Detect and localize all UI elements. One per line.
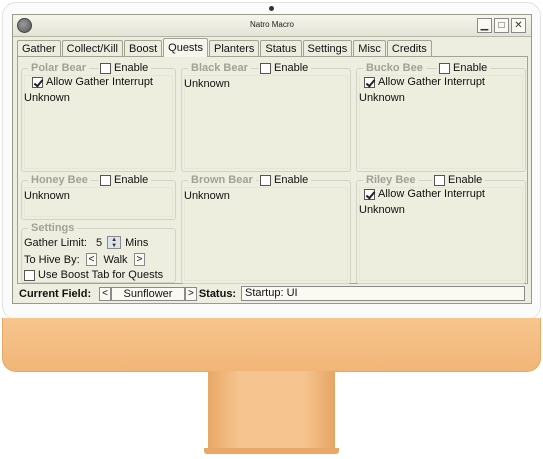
black-bear-title: Black Bear: [188, 62, 251, 74]
polar-bear-enable[interactable]: Enable: [98, 62, 152, 74]
tab-credits[interactable]: Credits: [386, 40, 432, 57]
black-bear-enable-checkbox[interactable]: [260, 62, 271, 74]
gather-limit-label: Gather Limit:: [24, 236, 87, 249]
polar-bear-body: [24, 75, 173, 169]
status-value: Startup: UI: [241, 286, 525, 301]
title-bar[interactable]: Natro Macro ▁ □ ✕: [13, 15, 531, 37]
boost-tab-checkbox[interactable]: [24, 269, 35, 281]
bottom-bar: Current Field: < Sunflower > Status: Sta…: [17, 285, 528, 302]
settings-group: Settings Gather Limit: 5 ▲ ▼ Mins To Hiv…: [21, 222, 176, 283]
camera-icon: [269, 6, 274, 11]
boost-tab-row[interactable]: Use Boost Tab for Quests: [24, 269, 163, 281]
bucko-bee-group: Bucko Bee Enable Allow Gather Interrupt …: [356, 62, 526, 172]
honey-bee-enable-label: Enable: [114, 174, 149, 186]
bucko-bee-enable-label: Enable: [453, 62, 488, 74]
polar-bear-group: Polar Bear Enable Allow Gather Interrupt…: [21, 62, 176, 172]
tab-bar: Gather Collect/Kill Boost Quests Planter…: [17, 38, 433, 57]
tab-misc[interactable]: Misc: [353, 40, 386, 57]
tab-planters[interactable]: Planters: [209, 40, 260, 57]
gather-limit-row: Gather Limit: 5 ▲ ▼ Mins: [24, 236, 148, 249]
bucko-bee-allow-label: Allow Gather Interrupt: [378, 76, 485, 88]
to-hive-label: To Hive By:: [24, 253, 80, 266]
spinner-down-icon[interactable]: ▼: [108, 243, 120, 249]
boost-tab-label: Use Boost Tab for Quests: [38, 269, 164, 281]
riley-bee-enable[interactable]: Enable: [432, 174, 486, 186]
maximize-button[interactable]: □: [494, 18, 509, 33]
honey-bee-status: Unknown: [24, 190, 70, 202]
honey-bee-title: Honey Bee: [28, 174, 91, 186]
field-prev-button[interactable]: <: [99, 286, 111, 301]
to-hive-value: Walk: [103, 253, 128, 266]
polar-bear-enable-checkbox[interactable]: [100, 62, 111, 74]
bucko-bee-body: [359, 75, 523, 169]
riley-bee-enable-checkbox[interactable]: [434, 174, 445, 186]
polar-bear-allow-checkbox[interactable]: [32, 76, 43, 88]
monitor-stand: [208, 371, 335, 451]
window-title: Natro Macro: [249, 20, 294, 29]
field-next-button[interactable]: >: [184, 286, 197, 301]
riley-bee-body: [359, 187, 523, 281]
riley-bee-allow-checkbox[interactable]: [364, 188, 375, 200]
black-bear-enable-label: Enable: [274, 62, 309, 74]
polar-bear-allow-label: Allow Gather Interrupt: [46, 76, 153, 88]
black-bear-status: Unknown: [184, 78, 230, 90]
brown-bear-enable-label: Enable: [274, 174, 309, 186]
black-bear-enable[interactable]: Enable: [258, 62, 312, 74]
gather-limit-unit: Mins: [125, 236, 149, 249]
riley-bee-allow-label: Allow Gather Interrupt: [378, 188, 485, 200]
close-button[interactable]: ✕: [511, 18, 526, 33]
bucko-bee-enable[interactable]: Enable: [437, 62, 491, 74]
brown-bear-group: Brown Bear Enable Unknown: [181, 174, 351, 284]
tab-quests[interactable]: Quests: [163, 38, 208, 57]
riley-bee-group: Riley Bee Enable Allow Gather Interrupt …: [356, 174, 526, 284]
tab-settings[interactable]: Settings: [302, 40, 353, 57]
riley-bee-enable-label: Enable: [448, 174, 483, 186]
quests-panel: Polar Bear Enable Allow Gather Interrupt…: [17, 56, 528, 284]
bucko-bee-allow-interrupt[interactable]: Allow Gather Interrupt: [364, 76, 485, 88]
brown-bear-enable[interactable]: Enable: [258, 174, 312, 186]
honey-bee-group: Honey Bee Enable Unknown: [21, 174, 176, 220]
bucko-bee-enable-checkbox[interactable]: [439, 62, 450, 74]
to-hive-next-button[interactable]: >: [133, 253, 146, 266]
status-label: Status:: [198, 287, 237, 300]
gather-limit-value[interactable]: 5: [96, 237, 102, 249]
bucko-bee-allow-checkbox[interactable]: [364, 76, 375, 88]
honey-bee-enable[interactable]: Enable: [98, 174, 152, 186]
current-field-value: Sunflower: [110, 286, 185, 301]
honey-bee-enable-checkbox[interactable]: [100, 174, 111, 186]
bucko-bee-title: Bucko Bee: [363, 62, 426, 74]
polar-bear-enable-label: Enable: [114, 62, 149, 74]
current-field-label: Current Field:: [19, 287, 92, 300]
polar-bear-allow-interrupt[interactable]: Allow Gather Interrupt: [32, 76, 153, 88]
riley-bee-title: Riley Bee: [363, 174, 419, 186]
to-hive-prev-button[interactable]: <: [85, 253, 98, 266]
tab-boost[interactable]: Boost: [124, 40, 163, 57]
settings-title: Settings: [28, 222, 78, 234]
minimize-button[interactable]: ▁: [477, 18, 492, 33]
polar-bear-status: Unknown: [24, 92, 70, 104]
bucko-bee-status: Unknown: [359, 92, 405, 104]
tab-gather[interactable]: Gather: [17, 40, 61, 57]
brown-bear-title: Brown Bear: [188, 174, 256, 186]
gather-limit-spinner[interactable]: ▲ ▼: [107, 236, 122, 249]
brown-bear-status: Unknown: [184, 190, 230, 202]
black-bear-group: Black Bear Enable Unknown: [181, 62, 351, 172]
tab-collect-kill[interactable]: Collect/Kill: [61, 40, 123, 57]
to-hive-row: To Hive By: < Walk >: [24, 253, 146, 266]
app-window: Natro Macro ▁ □ ✕ Gather Collect/Kill Bo…: [12, 14, 532, 304]
riley-bee-status: Unknown: [359, 204, 405, 216]
brown-bear-enable-checkbox[interactable]: [260, 174, 271, 186]
polar-bear-title: Polar Bear: [28, 62, 90, 74]
riley-bee-allow-interrupt[interactable]: Allow Gather Interrupt: [364, 188, 485, 200]
tab-status[interactable]: Status: [260, 40, 302, 57]
monitor-stand-foot: [204, 448, 339, 454]
monitor-chin: [2, 318, 541, 372]
